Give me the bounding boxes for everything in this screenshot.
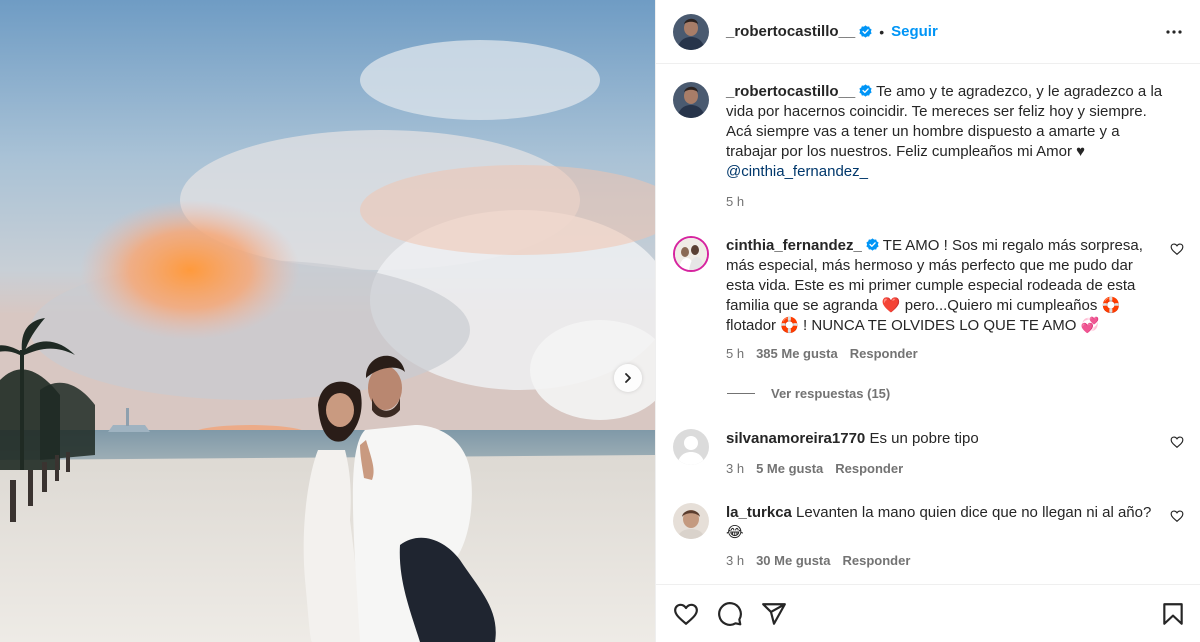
comment-time[interactable]: 3 h [726,459,744,479]
post-header: _robertocastillo__ • Seguir [656,0,1200,64]
caption-time[interactable]: 5 h [726,192,744,212]
separator-dot: • [879,23,885,40]
author-avatar[interactable] [673,82,709,118]
comment-username[interactable]: silvanamoreira1770 [726,430,865,447]
bookmark-icon[interactable] [1160,601,1186,627]
author-avatar[interactable] [673,13,709,50]
heart-icon[interactable] [1170,509,1184,523]
share-icon[interactable] [761,601,787,627]
reply-button[interactable]: Responder [843,551,911,571]
post-actions-bar [656,584,1200,642]
caption-mention-link[interactable]: @cinthia_fernandez_ [726,163,868,180]
comment-text: Es un pobre tipo [869,430,979,447]
comment-username[interactable]: la_turkca [726,504,792,521]
post-photo[interactable] [0,0,655,642]
verified-badge-icon [859,25,872,38]
comment-time[interactable]: 5 h [726,344,744,364]
carousel-next-button[interactable] [614,364,642,392]
reply-button[interactable]: Responder [835,459,903,479]
author-username[interactable]: _robertocastillo__ [726,23,855,40]
heart-icon[interactable] [1170,242,1184,256]
commenter-avatar[interactable] [673,503,709,539]
comment-item: silvanamoreira1770 Es un pobre tipo 3 h … [673,429,1184,479]
heart-icon[interactable] [1170,435,1184,449]
comment-username[interactable]: cinthia_fernandez_ [726,237,862,254]
caption-username[interactable]: _robertocastillo__ [726,83,855,100]
replies-divider [727,393,755,394]
comment-time[interactable]: 3 h [726,551,744,571]
verified-badge-icon [859,84,872,97]
comment-likes[interactable]: 30 Me gusta [756,551,830,571]
post-side-panel: _robertocastillo__ • Seguir _robertocast… [655,0,1200,642]
view-replies-button[interactable]: Ver respuestas (15) [727,386,1184,401]
view-replies-label: Ver respuestas (15) [771,386,891,401]
comments-section: _robertocastillo__ Te amo y te agradezco… [656,64,1200,642]
comment-likes[interactable]: 5 Me gusta [756,459,823,479]
comment-icon[interactable] [717,601,743,627]
chevron-right-icon [625,373,631,383]
reply-button[interactable]: Responder [850,344,918,364]
follow-button[interactable]: Seguir [891,23,938,40]
more-horizontal-icon [1166,29,1182,34]
commenter-avatar[interactable] [673,429,709,465]
heart-icon[interactable] [673,601,699,627]
comment-item: cinthia_fernandez_ TE AMO ! Sos mi regal… [673,236,1184,364]
post-caption: _robertocastillo__ Te amo y te agradezco… [673,82,1184,212]
comment-likes[interactable]: 385 Me gusta [756,344,838,364]
post-dialog: _robertocastillo__ • Seguir _robertocast… [0,0,1200,642]
beach-sunset-photo [0,0,655,642]
more-options-button[interactable] [1164,22,1184,42]
comment-item: la_turkca Levanten la mano quien dice qu… [673,503,1184,571]
verified-badge-icon [866,238,879,251]
commenter-avatar[interactable] [673,236,709,272]
